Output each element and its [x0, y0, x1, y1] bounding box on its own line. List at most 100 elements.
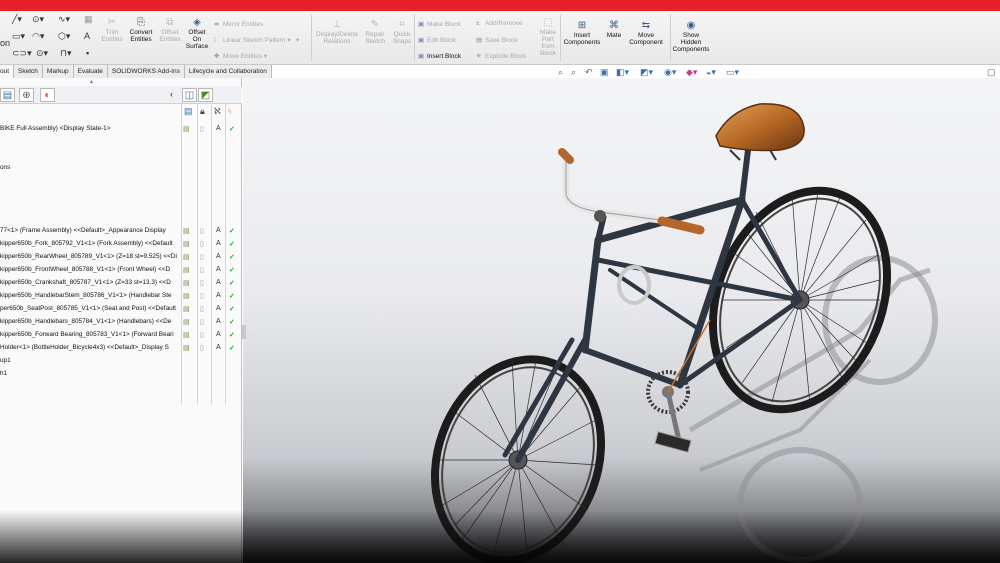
tree-item[interactable]: kipper650b_Handlebars_805784_V1<1> (Hand… — [0, 318, 182, 325]
tab-evaluate[interactable]: Evaluate — [73, 65, 108, 78]
insert-block-button[interactable]: ▣ Insert Block — [418, 52, 461, 60]
tree-item[interactable]: ons — [0, 164, 182, 171]
tree-item[interactable]: kipper650b_Crankshaft_805787_V1<1> (Z=33… — [0, 279, 182, 286]
panel-tab-bar: ▤ ⊕ ◐ ‹ ◫ ◩ — [0, 86, 242, 104]
appearance-value: A — [216, 331, 221, 338]
graphics-area[interactable] — [243, 78, 1000, 563]
display-icon[interactable]: ▤ — [183, 292, 190, 300]
explode-block-button[interactable]: ✳ Explode Block — [476, 52, 526, 60]
command-manager-tabs: out Sketch Markup Evaluate SOLIDWORKS Ad… — [0, 65, 272, 78]
offset-entities-button[interactable]: ⧉ Offset Entities — [156, 17, 184, 43]
show-hidden-components-button[interactable]: ◉ Show Hidden Components — [672, 20, 710, 53]
tab-markup[interactable]: Markup — [42, 65, 74, 78]
tree-item[interactable]: kipper650b_Fork_805792_V1<1> (Fork Assem… — [0, 240, 182, 247]
display-icon[interactable]: ▤ — [183, 125, 190, 133]
add-remove-button[interactable]: ± Add/Remove — [476, 20, 523, 27]
text-icon[interactable]: A — [84, 31, 90, 41]
appearance-icon[interactable]: ◩ — [198, 88, 213, 102]
mirror-entities-button[interactable]: ⇹ Mirror Entities — [214, 20, 263, 28]
dimension-icon[interactable]: ℵ — [214, 106, 221, 117]
fillet-icon[interactable]: ⊓▾ — [60, 48, 72, 59]
property-manager-icon[interactable]: ▤ — [0, 88, 15, 102]
display-icon[interactable]: ▤ — [183, 266, 190, 274]
slot-icon[interactable]: ⊂⊃▾ — [12, 48, 32, 59]
tree-item[interactable]: kipper650b_RearWheel_805789_V1<1> (Z=18 … — [0, 253, 182, 260]
panel-collapse-handle[interactable]: ▴ — [90, 78, 93, 85]
column-divider — [181, 104, 182, 404]
display-delete-relations-button[interactable]: ⊥ Display/Delete Relations — [314, 19, 360, 45]
edit-block-button[interactable]: ▣ Edit Block — [418, 36, 456, 44]
transparency-icon[interactable]: ᛃ — [227, 106, 232, 116]
check-icon: ✓ — [229, 267, 235, 274]
make-block-button[interactable]: ▣ Make Block — [418, 20, 461, 28]
tree-item[interactable]: kipper650b_HandlebarStem_805786_V1<1> (H… — [0, 292, 182, 299]
line-icon[interactable]: ╱▾ — [12, 14, 22, 25]
lock-icon: ▯ — [200, 126, 204, 133]
lock-icon[interactable]: 🔒︎ — [200, 106, 205, 117]
tree-item[interactable]: kipper650b_Forward Bearing_805783_V1<1> … — [0, 331, 182, 338]
display-icon[interactable]: ▤ — [183, 331, 190, 339]
tree-item[interactable]: per650b_SeatPost_805785_V1<1> (Seat and … — [0, 305, 182, 312]
display-icon[interactable]: ▤ — [183, 318, 190, 326]
convert-entities-button[interactable]: ⎘ Convert Entities — [126, 17, 156, 43]
tree-item[interactable]: 77<1> (Frame Assembly) <<Default>_Appear… — [0, 227, 182, 234]
display-icon[interactable]: ▤ — [183, 305, 190, 313]
display-icon[interactable]: ▤ — [183, 344, 190, 352]
linear-sketch-pattern-button[interactable]: ⁞ Linear Sketch Pattern ▾ — [214, 36, 291, 44]
point-icon[interactable]: ⊙▾ — [36, 48, 48, 59]
mate-button[interactable]: ⌘ Mate — [603, 20, 625, 39]
spline-icon[interactable]: ∿▾ — [58, 14, 70, 25]
saddle — [715, 103, 805, 161]
appearance-value: A — [216, 240, 221, 247]
smart-dimension-icon[interactable]: ▦ — [84, 14, 93, 25]
quick-snaps-button[interactable]: ⌗ Quick Snaps — [390, 19, 414, 45]
offset-on-surface-button[interactable]: ◈ Offset On Surface — [184, 17, 210, 50]
tree-item[interactable]: up1 — [0, 357, 182, 364]
panel-splitter-handle[interactable] — [242, 325, 246, 339]
tab-solidworks-add-ins[interactable]: SOLIDWORKS Add-Ins — [107, 65, 185, 78]
tree-item[interactable]: Holder<1> (BottleHolder_Bicycle4x3) <<De… — [0, 344, 182, 351]
tab-sketch[interactable]: Sketch — [14, 65, 43, 78]
display-icon[interactable]: ▤ — [183, 253, 190, 261]
move-entities-button[interactable]: ✥ Move Entities ▾ — [214, 52, 267, 60]
lock-icon: ▯ — [200, 345, 204, 352]
edit-block-icon: ▣ — [418, 37, 425, 44]
check-icon: ✓ — [229, 241, 235, 248]
trim-icon: ✂ — [107, 17, 117, 28]
configuration-manager-icon[interactable]: ⊕ — [19, 88, 34, 102]
display-mode-icon[interactable]: ▤ — [184, 106, 193, 117]
trim-entities-button[interactable]: ✂ Trim Entities — [98, 17, 126, 43]
tree-root[interactable]: BIKE Full Assembly) <Display State-1> — [0, 125, 182, 132]
make-part-from-block-button[interactable]: ⬚ Make Part from Block — [536, 17, 560, 57]
show-hidden-icon: ◉ — [686, 20, 696, 31]
tab-lifecycle-collaboration[interactable]: Lifecycle and Collaboration — [184, 65, 272, 78]
display-icon[interactable]: ▤ — [183, 227, 190, 235]
circle-icon[interactable]: ⊙▾ — [32, 14, 44, 25]
insert-components-button[interactable]: ⊞ Insert Components — [561, 20, 603, 46]
command-manager-ribbon: on ╱▾ ⊙▾ ∿▾ ▦ ▭▾ ◠▾ ⬡▾ A ⊂⊃▾ ⊙▾ ⊓▾ ▪ ✂ Tr… — [0, 11, 1000, 65]
display-manager-icon[interactable]: ◐ — [40, 88, 55, 102]
display-icon[interactable]: ▤ — [183, 279, 190, 287]
column-divider — [225, 104, 226, 404]
appearance-value: A — [216, 292, 221, 299]
tab-layout[interactable]: out — [0, 65, 15, 78]
feature-manager-panel: ▴ ▤ ⊕ ◐ ‹ ◫ ◩ BIKE Full Assembly) <Displ… — [0, 78, 242, 563]
tree-item[interactable]: h1 — [0, 370, 182, 377]
mirror-icon: ⇹ — [214, 21, 220, 28]
arc-icon[interactable]: ◠▾ — [32, 31, 44, 42]
tree-display-icon[interactable]: ◫ — [182, 88, 197, 102]
chevron-left-icon[interactable]: ‹ — [170, 89, 173, 99]
save-block-button[interactable]: ▤ Save Block — [476, 36, 518, 44]
repair-icon: ✎ — [370, 19, 380, 30]
polygon-icon[interactable]: ⬡▾ — [58, 31, 70, 42]
rectangle-icon[interactable]: ▭▾ — [12, 31, 25, 42]
repair-sketch-button[interactable]: ✎ Repair Sketch — [362, 19, 388, 45]
plane-icon[interactable]: ▪ — [86, 48, 89, 58]
appearance-value: A — [216, 279, 221, 286]
tree-item[interactable]: kipper650b_FrontWheel_805788_V1<1> (Fron… — [0, 266, 182, 273]
snap-icon: ⌗ — [399, 19, 405, 30]
move-component-button[interactable]: ⇆ Move Component — [626, 20, 666, 46]
pattern-dropdown[interactable]: ▾ — [296, 36, 299, 44]
display-icon[interactable]: ▤ — [183, 240, 190, 248]
appearance-value: A — [216, 266, 221, 273]
